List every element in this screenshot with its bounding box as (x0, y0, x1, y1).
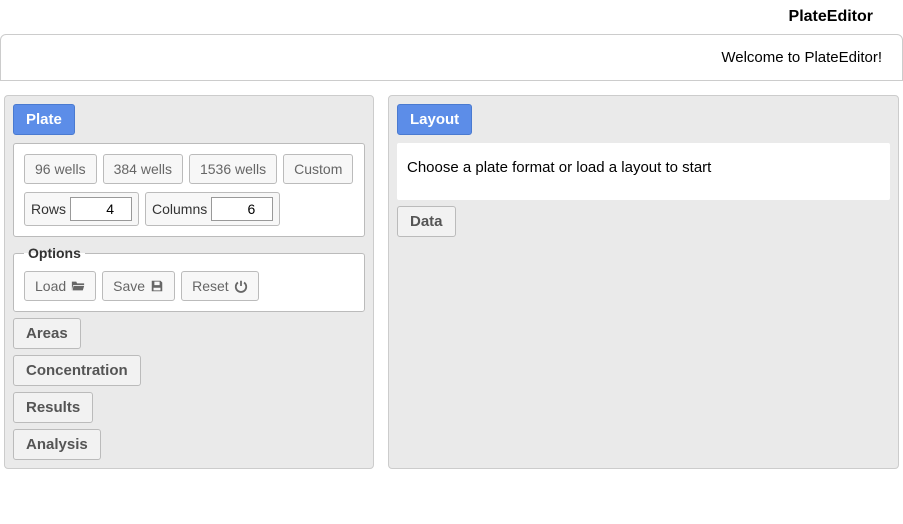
btn-1536-wells[interactable]: 1536 wells (189, 154, 277, 184)
dimensions-row: Rows Columns (24, 192, 354, 226)
tab-data[interactable]: Data (397, 206, 456, 237)
welcome-banner: Welcome to PlateEditor! (0, 34, 903, 81)
tab-results[interactable]: Results (13, 392, 93, 423)
welcome-text: Welcome to PlateEditor! (721, 49, 882, 66)
tab-concentration[interactable]: Concentration (13, 355, 141, 386)
rows-input[interactable] (70, 197, 132, 221)
save-label: Save (113, 278, 145, 294)
tab-plate[interactable]: Plate (13, 104, 75, 135)
columns-label: Columns (152, 201, 207, 217)
btn-96-wells[interactable]: 96 wells (24, 154, 97, 184)
columns-input[interactable] (211, 197, 273, 221)
reset-button[interactable]: Reset (181, 271, 259, 301)
rows-label: Rows (31, 201, 66, 217)
options-legend: Options (24, 245, 85, 261)
plate-format-panel: 96 wells 384 wells 1536 wells Custom Row… (13, 143, 365, 237)
layout-content: Choose a plate format or load a layout t… (397, 143, 890, 200)
folder-open-icon (71, 279, 85, 293)
btn-384-wells[interactable]: 384 wells (103, 154, 183, 184)
left-panel: Plate 96 wells 384 wells 1536 wells Cust… (4, 95, 374, 469)
save-button[interactable]: Save (102, 271, 175, 301)
reset-label: Reset (192, 278, 229, 294)
main-container: Plate 96 wells 384 wells 1536 wells Cust… (0, 95, 903, 469)
rows-control: Rows (24, 192, 139, 226)
load-label: Load (35, 278, 66, 294)
tab-analysis[interactable]: Analysis (13, 429, 101, 460)
format-buttons-row: 96 wells 384 wells 1536 wells Custom (24, 154, 354, 184)
layout-message: Choose a plate format or load a layout t… (407, 159, 711, 176)
tab-layout[interactable]: Layout (397, 104, 472, 135)
btn-custom[interactable]: Custom (283, 154, 353, 184)
right-panel: Layout Choose a plate format or load a l… (388, 95, 899, 469)
options-fieldset: Options Load Save Reset (13, 245, 365, 312)
tab-areas[interactable]: Areas (13, 318, 81, 349)
power-icon (234, 279, 248, 293)
columns-control: Columns (145, 192, 280, 226)
floppy-disk-icon (150, 279, 164, 293)
load-button[interactable]: Load (24, 271, 96, 301)
app-title: PlateEditor (0, 0, 903, 34)
options-buttons-row: Load Save Reset (24, 271, 354, 301)
